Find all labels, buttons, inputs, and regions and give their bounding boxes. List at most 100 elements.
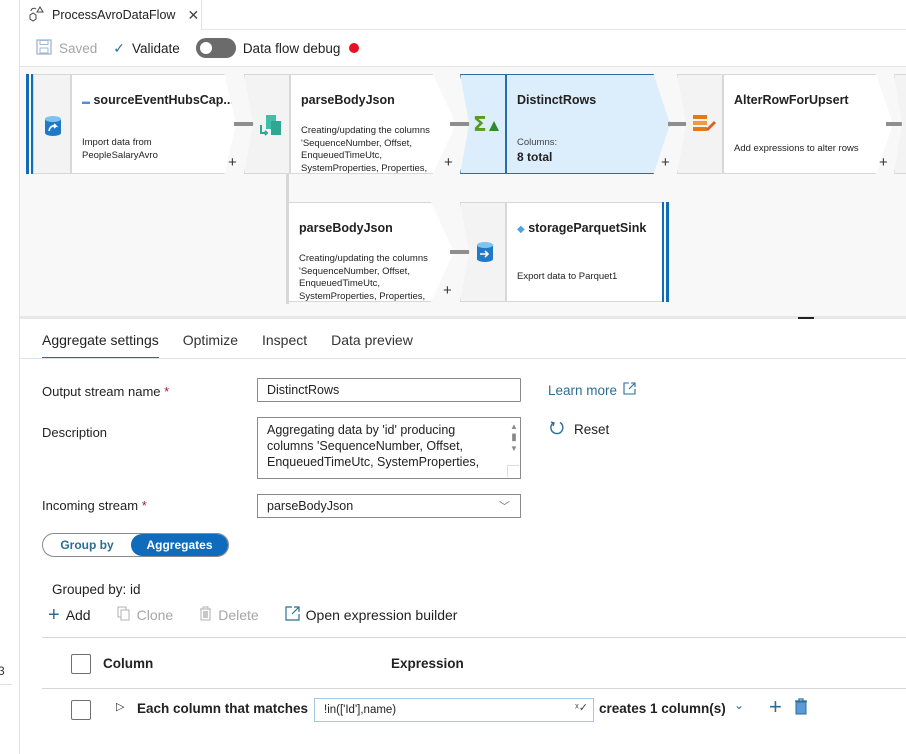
node-source[interactable]: ▬ sourceEventHubsCap... Import data from… (26, 74, 251, 174)
description-label: Description (42, 425, 108, 440)
textarea-scrollbar[interactable]: ▲ ▮ ▼ (510, 421, 518, 461)
parse-icon-tab (244, 74, 290, 174)
sink-desc: Export data to Parquet1 (517, 271, 618, 282)
add-transform-button[interactable]: + (443, 282, 452, 299)
alter-row-title: AlterRowForUpsert (734, 93, 849, 107)
validate-label: Validate (132, 40, 180, 56)
incoming-stream-label: Incoming stream * (42, 498, 147, 513)
data-flow-debug-toggle[interactable]: Data flow debug (195, 38, 360, 58)
grouped-by-text: Grouped by: id (52, 582, 141, 597)
alter-row-desc: Add expressions to alter rows (734, 143, 859, 154)
sink-marker (666, 202, 669, 302)
sink-title: storageParquetSink (528, 221, 647, 235)
node-alter-row[interactable]: AlterRowForUpsert Add expressions to alt… (677, 74, 893, 174)
parse-desc: Creating/updating the columns 'SequenceN… (301, 125, 430, 174)
delete-button[interactable]: Delete (199, 606, 259, 624)
node-distinct-rows[interactable]: Σ DistinctRows Columns: 8 total + (460, 74, 670, 174)
add-transform-button[interactable]: + (228, 154, 237, 171)
column-header: Column (103, 656, 154, 671)
tab-inspect[interactable]: Inspect (262, 332, 307, 359)
delete-row-icon[interactable] (794, 698, 808, 718)
open-expression-builder-button[interactable]: Open expression builder (285, 606, 457, 624)
node-parse-body-json-branch[interactable]: parseBodyJson Creating/updating the colu… (288, 202, 456, 302)
aggregates-option[interactable]: Aggregates (131, 534, 228, 556)
tab-optimize[interactable]: Optimize (183, 332, 238, 359)
source-marker (26, 74, 29, 174)
source-title: sourceEventHubsCap... (93, 93, 234, 107)
settings-panel: Aggregate settings Optimize Inspect Data… (20, 317, 906, 754)
dataflow-icon (28, 5, 44, 25)
divider (42, 637, 906, 638)
row-checkbox[interactable] (71, 700, 91, 720)
save-icon (36, 38, 52, 58)
debug-toggle-switch[interactable] (195, 38, 236, 58)
settings-tabs: Aggregate settings Optimize Inspect Data… (42, 332, 413, 359)
parquet-icon: ◆ (517, 224, 525, 235)
select-all-checkbox[interactable] (71, 654, 91, 674)
alter-row-icon-tab (677, 74, 723, 174)
divider (20, 358, 906, 359)
creates-columns-text: creates 1 column(s) (599, 701, 726, 716)
parse2-desc: Creating/updating the columns 'SequenceN… (299, 253, 428, 302)
panel-resize-handle[interactable] (798, 317, 814, 319)
plus-icon: + (48, 604, 60, 626)
group-by-option[interactable]: Group by (43, 534, 131, 556)
aggregate-icon: Σ (473, 112, 501, 138)
source-database-icon (44, 115, 62, 140)
node-storage-parquet-sink[interactable]: ◆ storageParquetSink Export data to Parq… (460, 202, 670, 302)
toolbar: Saved ✓ Validate Data flow debug (20, 30, 906, 67)
debug-status-dot (349, 43, 360, 53)
divider (42, 688, 906, 689)
tab-aggregate-settings[interactable]: Aggregate settings (42, 332, 159, 359)
expand-triangle-icon[interactable]: ▷ (116, 700, 124, 713)
parse-icon (259, 113, 283, 140)
distinct-columns-value: 8 total (517, 150, 553, 164)
match-expression-input[interactable]: !in(['Id'],name) ˣ✓ (314, 698, 594, 722)
distinct-columns-label: Columns: (517, 137, 558, 148)
trash-icon (199, 606, 212, 624)
data-flow-canvas[interactable]: ▬ sourceEventHubsCap... Import data from… (20, 67, 906, 319)
group-by-aggregates-switch: Group by Aggregates (42, 533, 229, 557)
add-row-icon[interactable]: + (769, 694, 782, 720)
tab-process-avro-dataflow[interactable]: ProcessAvroDataFlow ✕ (20, 0, 202, 30)
left-strip: 3 (0, 0, 20, 754)
clear-validate-icon[interactable]: ˣ✓ (575, 701, 588, 714)
close-icon[interactable]: ✕ (187, 7, 199, 24)
clone-icon (117, 606, 131, 624)
distinct-title: DistinctRows (517, 93, 597, 107)
chevron-down-icon: ﹀ (499, 501, 510, 513)
sink-marker (662, 202, 664, 302)
distinct-body: DistinctRows Columns: 8 total (506, 74, 670, 174)
double-chevron-down-icon[interactable]: ⌄ (734, 698, 744, 712)
add-transform-button[interactable]: + (661, 154, 670, 171)
tab-data-preview[interactable]: Data preview (331, 332, 413, 359)
saved-label: Saved (59, 40, 98, 56)
incoming-stream-select[interactable]: parseBodyJson ﹀ (257, 494, 521, 518)
add-transform-button[interactable]: + (879, 154, 888, 171)
output-stream-input[interactable]: DistinctRows (257, 378, 521, 402)
debug-label: Data flow debug (242, 40, 341, 56)
textarea-resize-handle[interactable] (507, 465, 519, 477)
add-button[interactable]: + Add (48, 604, 91, 626)
alter-row-body: AlterRowForUpsert Add expressions to alt… (723, 74, 893, 174)
output-stream-label: Output stream name * (42, 384, 170, 399)
add-transform-button[interactable]: + (444, 154, 453, 171)
event-hub-icon: ▬ (82, 97, 90, 106)
column-pattern-label: Each column that matches (137, 701, 309, 716)
sink-body: ◆ storageParquetSink Export data to Parq… (506, 202, 664, 302)
left-fragment-text: 3 (0, 664, 5, 678)
sink-icon-tab (460, 202, 506, 302)
reset-icon (549, 420, 565, 439)
svg-text:Σ: Σ (473, 113, 487, 135)
node-parse-body-json[interactable]: parseBodyJson Creating/updating the colu… (244, 74, 456, 174)
divider (0, 684, 12, 685)
saved-button[interactable]: Saved (36, 38, 98, 58)
parse-body: parseBodyJson Creating/updating the colu… (290, 74, 456, 174)
learn-more-link[interactable]: Learn more (548, 382, 636, 398)
description-textarea[interactable]: Aggregating data by 'id' producing colum… (257, 417, 521, 479)
validate-button[interactable]: ✓ Validate (113, 40, 180, 57)
clone-button[interactable]: Clone (117, 606, 173, 624)
parse-title: parseBodyJson (301, 93, 395, 107)
reset-button[interactable]: Reset (549, 420, 609, 439)
sink-database-icon (476, 241, 494, 266)
